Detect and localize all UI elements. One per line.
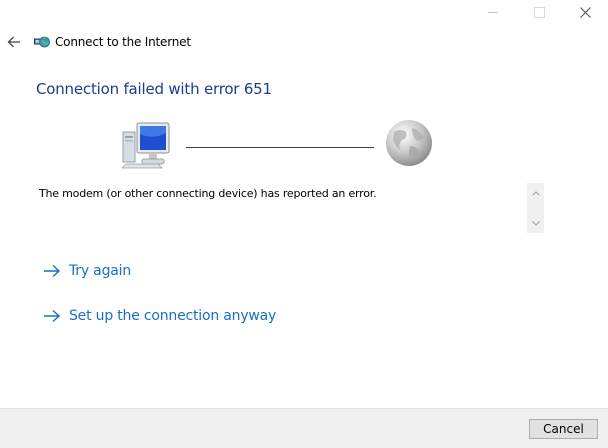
maximize-button[interactable] [516, 0, 562, 24]
arrow-right-icon [43, 309, 61, 323]
scroll-down-button[interactable] [527, 215, 544, 231]
connect-dialog: Connect to the Internet Connection faile… [0, 0, 608, 448]
try-again-link[interactable]: Try again [43, 263, 131, 279]
try-again-label: Try again [69, 263, 131, 279]
setup-anyway-link[interactable]: Set up the connection anyway [43, 308, 276, 324]
globe-icon [386, 120, 432, 166]
scroll-up-button[interactable] [527, 185, 544, 201]
maximize-icon [533, 6, 545, 18]
setup-anyway-label: Set up the connection anyway [69, 308, 277, 324]
window-title: Connect to the Internet [55, 35, 191, 49]
chevron-up-icon [531, 190, 540, 196]
chevron-down-icon [531, 220, 540, 226]
back-arrow-icon [7, 36, 20, 48]
message-scrollbar[interactable] [527, 183, 544, 233]
error-message-box: The modem (or other connecting device) h… [36, 183, 544, 233]
back-button[interactable] [6, 34, 22, 50]
header: Connect to the Internet [6, 33, 191, 51]
cancel-button[interactable]: Cancel [529, 419, 598, 439]
error-message: The modem (or other connecting device) h… [39, 187, 377, 200]
close-button[interactable] [562, 0, 608, 24]
minimize-button[interactable] [470, 0, 516, 24]
page-title: Connection failed with error 651 [36, 80, 272, 98]
connection-line [186, 147, 374, 148]
close-icon [579, 6, 591, 18]
arrow-right-icon [43, 264, 61, 278]
minimize-icon [488, 11, 498, 13]
network-globe-icon [34, 36, 50, 48]
computer-icon [121, 122, 170, 169]
connection-diagram [120, 118, 440, 172]
dialog-footer: Cancel [0, 408, 608, 448]
title-bar-controls [470, 0, 608, 24]
